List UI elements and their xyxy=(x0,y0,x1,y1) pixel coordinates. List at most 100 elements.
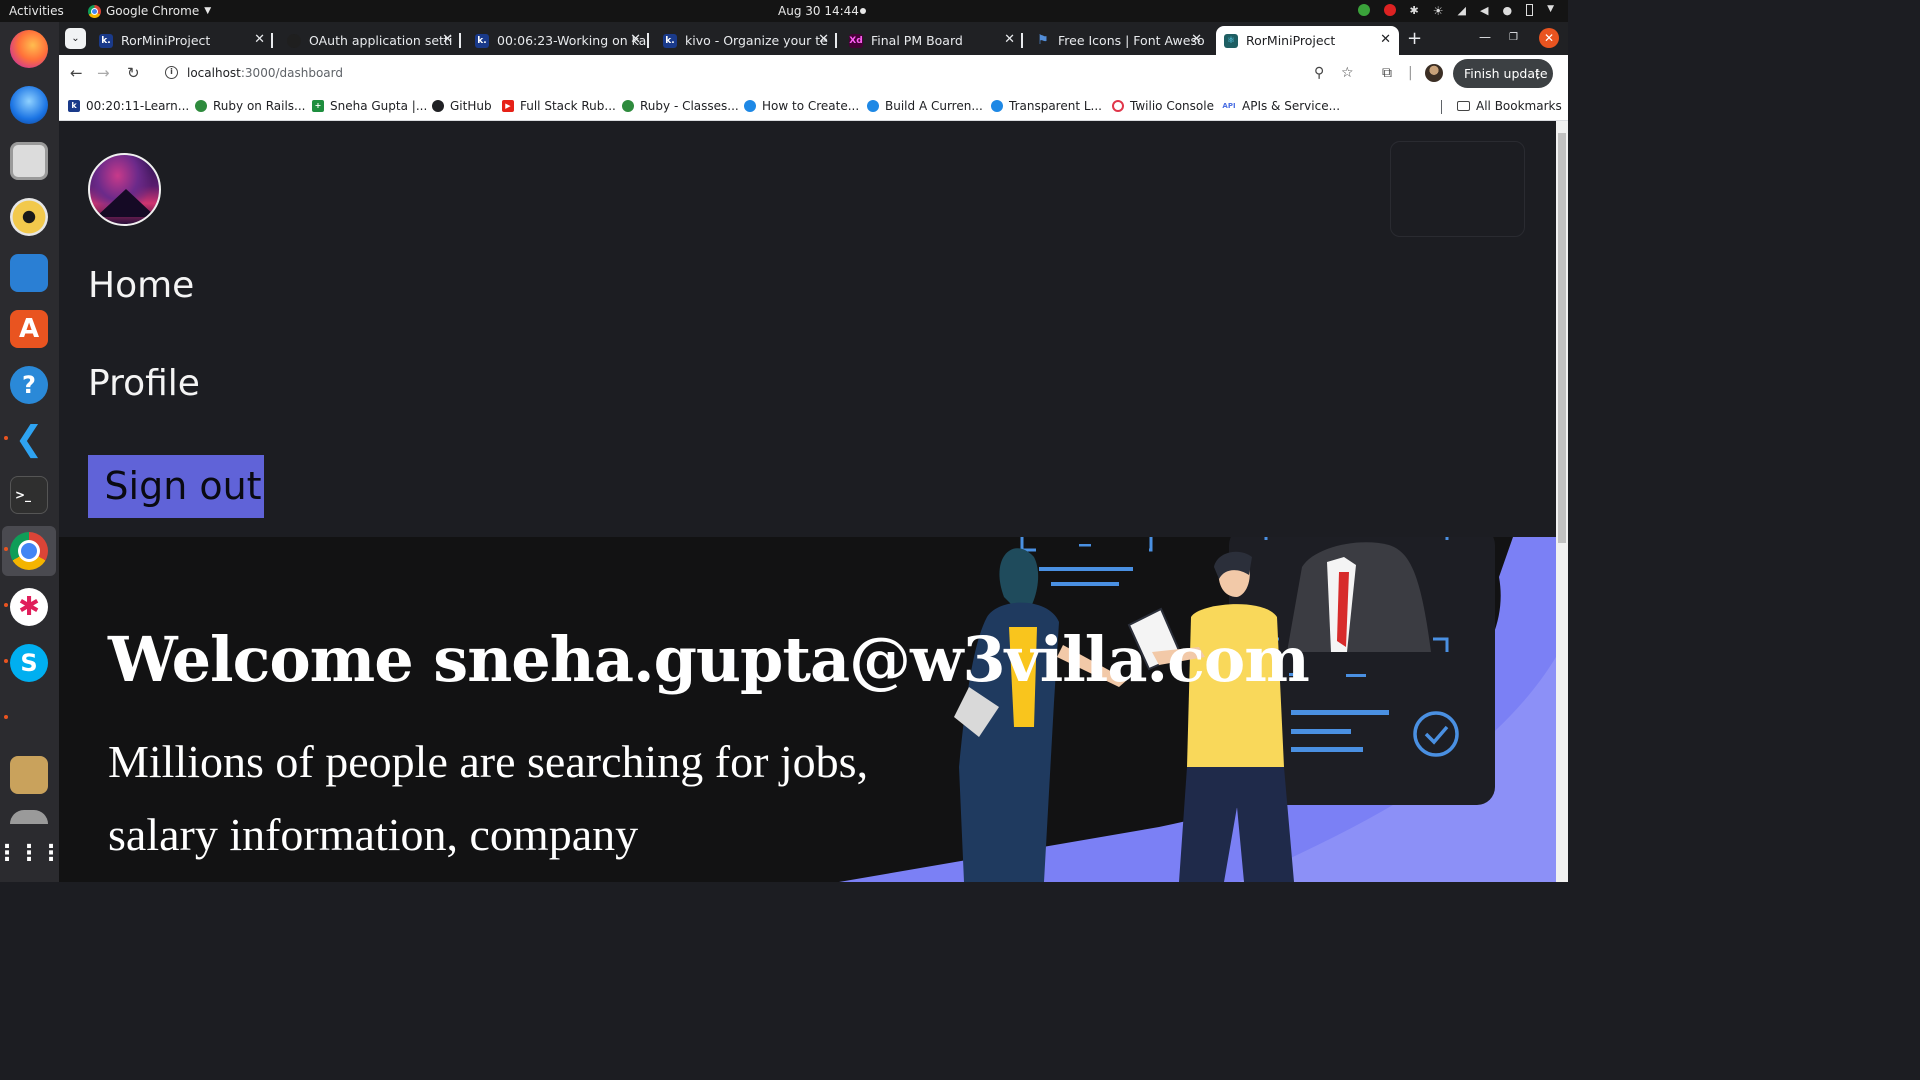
tab[interactable]: Xd Final PM Board ✕ xyxy=(841,26,1023,55)
files-icon[interactable] xyxy=(10,142,48,180)
archive-manager-icon[interactable] xyxy=(10,756,48,794)
disk-icon[interactable] xyxy=(10,810,48,824)
wifi-icon[interactable]: ◢ xyxy=(1458,4,1466,17)
running-indicator xyxy=(4,603,8,607)
new-tab-plus-icon[interactable]: + xyxy=(1407,28,1422,49)
close-tab-icon[interactable]: ✕ xyxy=(1191,32,1202,47)
bookmark-item[interactable]: Ruby - Classes... xyxy=(622,99,739,113)
url-text[interactable]: localhost:3000/dashboard xyxy=(187,66,343,80)
close-tab-icon[interactable]: ✕ xyxy=(630,32,641,47)
update-icon[interactable] xyxy=(1357,4,1370,16)
bookmark-item[interactable]: ▶ Full Stack Rub... xyxy=(502,99,616,113)
site-logo-avatar[interactable] xyxy=(88,153,161,226)
bookmark-item[interactable]: How to Create... xyxy=(744,99,859,113)
tab-title: OAuth application setti xyxy=(309,33,453,48)
app-menu-label: Google Chrome xyxy=(106,4,200,18)
activities-button[interactable]: Activities xyxy=(9,4,64,18)
github-icon xyxy=(432,100,444,112)
slack-tray-icon[interactable]: ✱ xyxy=(1410,4,1419,17)
tab-active[interactable]: ⚛ RorMiniProject ✕ xyxy=(1216,26,1399,55)
app-menu[interactable]: Google Chrome ▼ xyxy=(88,4,211,18)
close-tab-icon[interactable]: ✕ xyxy=(442,32,453,47)
ruby-gem-icon xyxy=(622,100,634,112)
system-tray[interactable]: ✱ ☀ ◢ ◀ ● ▼ xyxy=(1357,4,1554,18)
tab-separator xyxy=(835,33,837,48)
bookmark-item[interactable]: + Sneha Gupta |... xyxy=(312,99,427,113)
bookmark-item[interactable]: k 00:20:11-Learn... xyxy=(68,99,189,113)
blog-icon xyxy=(991,100,1003,112)
bookmark-label: Transparent L... xyxy=(1009,99,1102,113)
menu-toggle-button[interactable] xyxy=(1390,141,1525,237)
bookmark-label: How to Create... xyxy=(762,99,860,113)
address-bar[interactable]: i localhost:3000/dashboard xyxy=(157,59,1362,88)
brightness-icon[interactable]: ☀ xyxy=(1433,4,1444,18)
kivo-k-icon: k. xyxy=(99,33,113,48)
forward-arrow-icon[interactable]: → xyxy=(97,64,110,82)
caret-down-icon: ▼ xyxy=(204,6,212,16)
thunderbird-icon[interactable] xyxy=(10,86,48,124)
clock[interactable]: Aug 30 14:44 xyxy=(778,4,859,18)
close-tab-icon[interactable]: ✕ xyxy=(1004,32,1015,47)
minimize-icon[interactable]: — xyxy=(1479,30,1491,44)
extensions-puzzle-icon[interactable]: ⧉ xyxy=(1382,65,1392,81)
help-icon[interactable]: ? xyxy=(10,366,48,404)
tab-search-chevron-icon[interactable]: ⌄ xyxy=(65,28,86,49)
nav-home-link[interactable]: Home xyxy=(88,265,194,306)
bookmark-item[interactable]: Transparent L... xyxy=(991,99,1102,113)
chrome-icon[interactable] xyxy=(10,532,48,570)
bookmark-label: APIs & Service... xyxy=(1242,99,1341,113)
bookmark-label: Sneha Gupta |... xyxy=(330,99,428,113)
browser-toolbar: ← → ↻ i localhost:3000/dashboard ⚲ ☆ ⧉ |… xyxy=(59,55,1568,92)
bookmark-label: Ruby on Rails... xyxy=(213,99,306,113)
tab-title: Free Icons | Font Aweso xyxy=(1058,33,1205,48)
window-close-icon[interactable]: ✕ xyxy=(1539,28,1559,48)
slack-icon[interactable]: ✱ xyxy=(10,588,48,626)
do-not-disturb-icon[interactable] xyxy=(1383,4,1396,16)
rhythmbox-icon[interactable] xyxy=(10,198,48,236)
bookmarks-bar: k 00:20:11-Learn... Ruby on Rails... + S… xyxy=(59,92,1568,121)
reload-icon[interactable]: ↻ xyxy=(127,64,140,82)
sign-out-button[interactable]: Sign out xyxy=(88,455,264,518)
skype-icon[interactable]: S xyxy=(10,644,48,682)
back-arrow-icon[interactable]: ← xyxy=(70,64,83,82)
bookmark-item[interactable]: API APIs & Service... xyxy=(1222,99,1340,113)
bookmark-star-icon[interactable]: ☆ xyxy=(1341,65,1354,81)
microphone-icon[interactable]: ● xyxy=(1502,4,1512,17)
nav-profile-link[interactable]: Profile xyxy=(88,363,200,404)
bookmark-item[interactable]: Twilio Console xyxy=(1112,99,1214,113)
tab[interactable]: k. RorMiniProject ✕ xyxy=(91,26,273,55)
zoom-icon[interactable]: ⚲ xyxy=(1314,65,1324,81)
tab[interactable]: OAuth application setti ✕ xyxy=(279,26,461,55)
github-icon xyxy=(287,33,301,48)
tab[interactable]: k. 00:06:23-Working on ka ✕ xyxy=(467,26,649,55)
page-scrollbar[interactable] xyxy=(1556,121,1568,882)
software-center-icon[interactable]: A xyxy=(10,310,48,348)
bookmark-item[interactable]: GitHub xyxy=(432,99,492,113)
all-bookmarks-folder[interactable]: All Bookmarks xyxy=(1457,99,1562,113)
vscode-icon[interactable]: ❮ xyxy=(10,419,48,459)
tab[interactable]: ⚑ Free Icons | Font Aweso ✕ xyxy=(1028,26,1210,55)
restore-icon[interactable]: ❐ xyxy=(1509,32,1518,43)
bookmark-item[interactable]: Ruby on Rails... xyxy=(195,99,306,113)
scrollbar-thumb[interactable] xyxy=(1558,133,1566,543)
show-applications-icon[interactable]: ⋮⋮⋮ xyxy=(0,834,62,872)
finish-update-button[interactable]: Finish update ⋮ xyxy=(1453,59,1553,88)
power-menu-icon[interactable]: ▼ xyxy=(1547,4,1554,16)
tab[interactable]: k. kivo - Organize your te ✕ xyxy=(655,26,837,55)
libreoffice-writer-icon[interactable] xyxy=(10,254,48,292)
battery-icon[interactable] xyxy=(1526,4,1534,16)
profile-avatar[interactable] xyxy=(1425,64,1443,82)
close-tab-icon[interactable]: ✕ xyxy=(818,32,829,47)
system-top-bar: Activities Google Chrome ▼ Aug 30 14:44 … xyxy=(0,0,1568,22)
browser-window: ⌄ k. RorMiniProject ✕ OAuth application … xyxy=(59,22,1568,121)
firefox-icon[interactable] xyxy=(10,30,48,68)
bookmark-item[interactable]: Build A Curren... xyxy=(867,99,983,113)
react-icon: ⚛ xyxy=(1224,33,1238,48)
site-info-icon[interactable]: i xyxy=(165,66,178,79)
tab-separator xyxy=(647,33,649,48)
close-tab-icon[interactable]: ✕ xyxy=(254,32,265,47)
volume-icon[interactable]: ◀ xyxy=(1480,4,1488,17)
close-tab-icon[interactable]: ✕ xyxy=(1380,32,1391,47)
terminal-icon[interactable]: >_ xyxy=(10,476,48,514)
font-awesome-flag-icon: ⚑ xyxy=(1037,32,1049,48)
